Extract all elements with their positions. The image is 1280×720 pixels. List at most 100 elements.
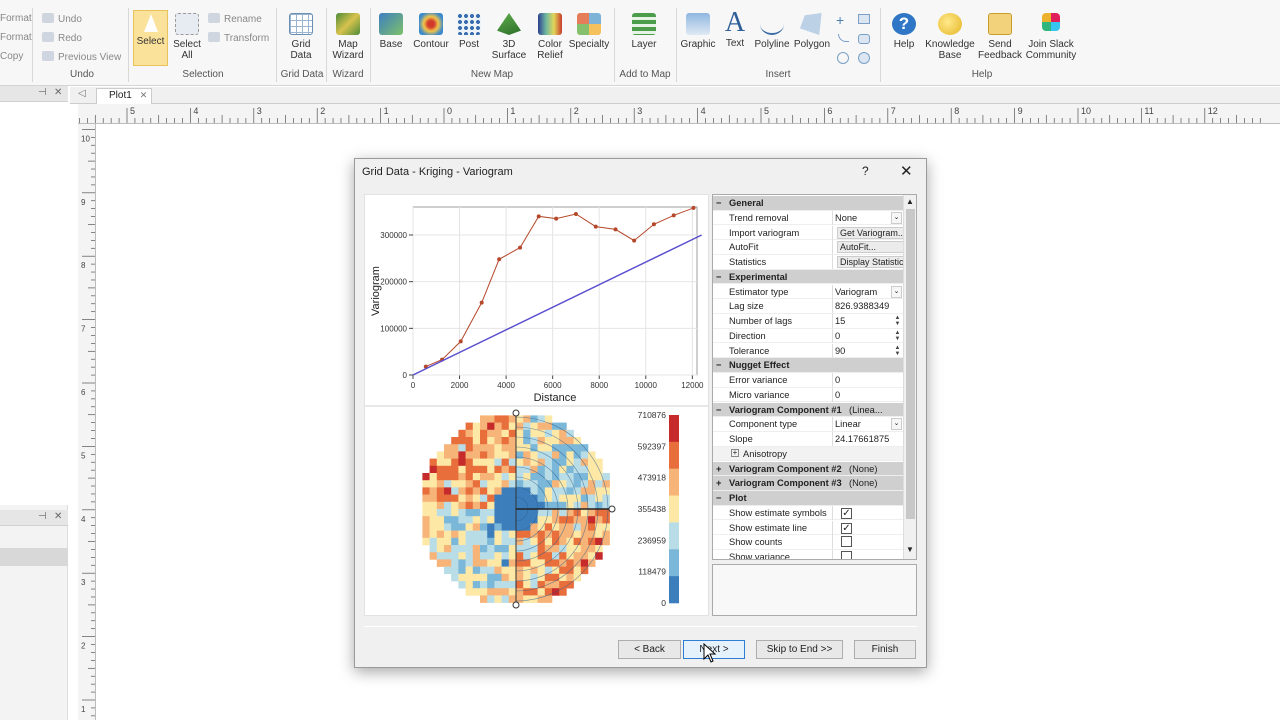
close-pane-icon-2[interactable]: ✕ [54,511,62,522]
property-value[interactable] [832,535,903,550]
dialog-close-button[interactable]: ✕ [900,162,913,180]
property-section[interactable]: − Experimental [713,269,903,285]
text-button[interactable]: A Text [720,8,750,50]
property-row[interactable]: Slope 24.17661875 [713,432,903,447]
property-row[interactable]: Number of lags 15 ▲ ▼ [713,314,903,329]
help-button[interactable]: ? Help [886,13,922,50]
property-row[interactable]: Estimator type Variogram ⌄ [713,284,903,300]
contour-map-button[interactable]: Contour [410,13,452,50]
knowledge-base-button[interactable]: Knowledge Base [924,13,976,61]
property-value[interactable]: 826.9388349 [832,299,903,314]
property-value[interactable]: Linear ⌄ [832,417,903,432]
grid-data-button[interactable]: Grid Data [282,13,320,61]
property-row[interactable]: Lag size 826.9388349 [713,299,903,314]
spiral-icon[interactable] [837,52,849,64]
spinner-icon[interactable]: ▲ ▼ [893,345,902,357]
property-row[interactable]: Error variance 0 [713,373,903,388]
undo-button[interactable]: Undo [42,13,82,25]
dropdown-arrow-icon[interactable]: ⌄ [891,285,902,298]
property-value[interactable]: 0 ▲ ▼ [832,328,903,343]
join-slack-button[interactable]: Join Slack Community [1024,13,1078,61]
property-value[interactable]: Get Variogram... [832,225,903,240]
experimental-point[interactable] [691,205,696,210]
property-value[interactable]: 0 [832,387,903,402]
tab-plot1[interactable]: Plot1 ✕ [96,88,152,104]
finish-button[interactable]: Finish [854,640,916,659]
select-button[interactable]: Select [133,10,168,66]
post-map-button[interactable]: Post [454,13,484,50]
previous-view-button[interactable]: Previous View [42,51,121,63]
property-row[interactable]: Show estimate line ✓ [713,520,903,536]
property-value[interactable]: ✓ [832,520,903,535]
graphic-button[interactable]: Graphic [678,13,718,50]
plus-icon[interactable]: + [836,12,844,28]
select-all-button[interactable]: Select All [170,13,204,61]
property-value[interactable]: 90 ▲ ▼ [832,343,903,358]
send-feedback-button[interactable]: Send Feedback [976,13,1024,61]
property-row[interactable]: Show variance [713,550,903,559]
map-handle-right[interactable] [608,505,616,513]
experimental-point[interactable] [458,339,463,344]
property-section[interactable]: + Variogram Component #2 (None) [713,461,903,477]
property-section[interactable]: − Variogram Component #1 (Linea... [713,402,903,418]
copy-command[interactable]: Copy [0,51,23,62]
object-manager-panel[interactable] [0,102,68,505]
collapse-icon[interactable]: − [716,196,721,210]
collapse-icon[interactable]: − [716,491,721,505]
polyline-button[interactable]: Polyline [752,13,792,50]
property-row[interactable]: + Anisotropy [713,446,903,462]
property-action-button[interactable]: AutoFit... [837,241,903,254]
property-row[interactable]: Component type Linear ⌄ [713,417,903,432]
variogram-map[interactable]: 710876 592397 473918 355438 236959 118479 0 [365,407,708,617]
expand-icon[interactable]: + [731,448,739,457]
experimental-point[interactable] [479,300,484,305]
expand-icon[interactable]: + [716,462,721,476]
experimental-point[interactable] [536,214,541,219]
property-section[interactable]: − General [713,196,903,211]
3d-surface-button[interactable]: 3D Surface [486,13,532,61]
property-row[interactable]: Micro variance 0 [713,387,903,403]
property-value[interactable]: 0 [832,373,903,387]
property-row[interactable]: Show counts [713,535,903,550]
property-grid[interactable]: − General Trend removal None ⌄ Import variogr… [712,194,917,560]
checkbox-unchecked[interactable] [841,551,852,559]
tab-scroll-left-icon[interactable]: ◁ [78,88,86,99]
property-row[interactable]: Statistics Display Statistics [713,255,903,270]
spinner-icon[interactable]: ▲ ▼ [893,330,902,342]
rename-button[interactable]: Rename [208,13,262,25]
close-pane-icon[interactable]: ✕ [54,87,62,98]
property-row[interactable]: AutoFit AutoFit... [713,240,903,255]
property-section[interactable]: + Variogram Component #3 (None) [713,476,903,491]
format-command[interactable]: Format [0,13,32,24]
dropdown-arrow-icon[interactable]: ⌄ [891,418,902,431]
variogram-chart[interactable]: 0 2000 4000 6000 8000 10000 12000 0 100000 200000… [365,195,708,407]
map-handle-top[interactable] [512,409,520,417]
color-relief-button[interactable]: Color Relief [534,13,566,61]
tab-close-icon[interactable]: ✕ [140,90,148,100]
curve-icon[interactable] [838,34,849,42]
map-handle-bottom[interactable] [512,601,520,609]
experimental-point[interactable] [651,222,656,227]
format-command-2[interactable]: Format [0,32,32,43]
polygon-button[interactable]: Polygon [792,13,832,50]
pin-icon[interactable]: ⊣ [38,87,47,98]
property-row[interactable]: Import variogram Get Variogram... [713,225,903,241]
skip-to-end-button[interactable]: Skip to End >> [756,640,843,659]
checkbox-checked[interactable]: ✓ [841,507,852,519]
checkbox-unchecked[interactable] [841,536,852,548]
pin-icon-2[interactable]: ⊣ [38,511,47,522]
back-button[interactable]: < Back [618,640,681,659]
property-value[interactable]: ✓ [832,505,903,520]
experimental-point[interactable] [613,227,618,232]
collapse-icon[interactable]: − [716,270,721,284]
property-row[interactable]: Trend removal None ⌄ [713,210,903,226]
checkbox-checked[interactable]: ✓ [841,522,852,534]
base-map-button[interactable]: Base [374,13,408,50]
property-value[interactable]: Display Statistics [832,255,903,269]
property-row[interactable]: Direction 0 ▲ ▼ [713,328,903,344]
property-value[interactable]: None ⌄ [832,210,903,225]
property-value[interactable]: AutoFit... [832,240,903,255]
experimental-point[interactable] [518,245,523,250]
rectangle-icon[interactable] [858,14,870,24]
property-section[interactable]: − Nugget Effect [713,358,903,373]
